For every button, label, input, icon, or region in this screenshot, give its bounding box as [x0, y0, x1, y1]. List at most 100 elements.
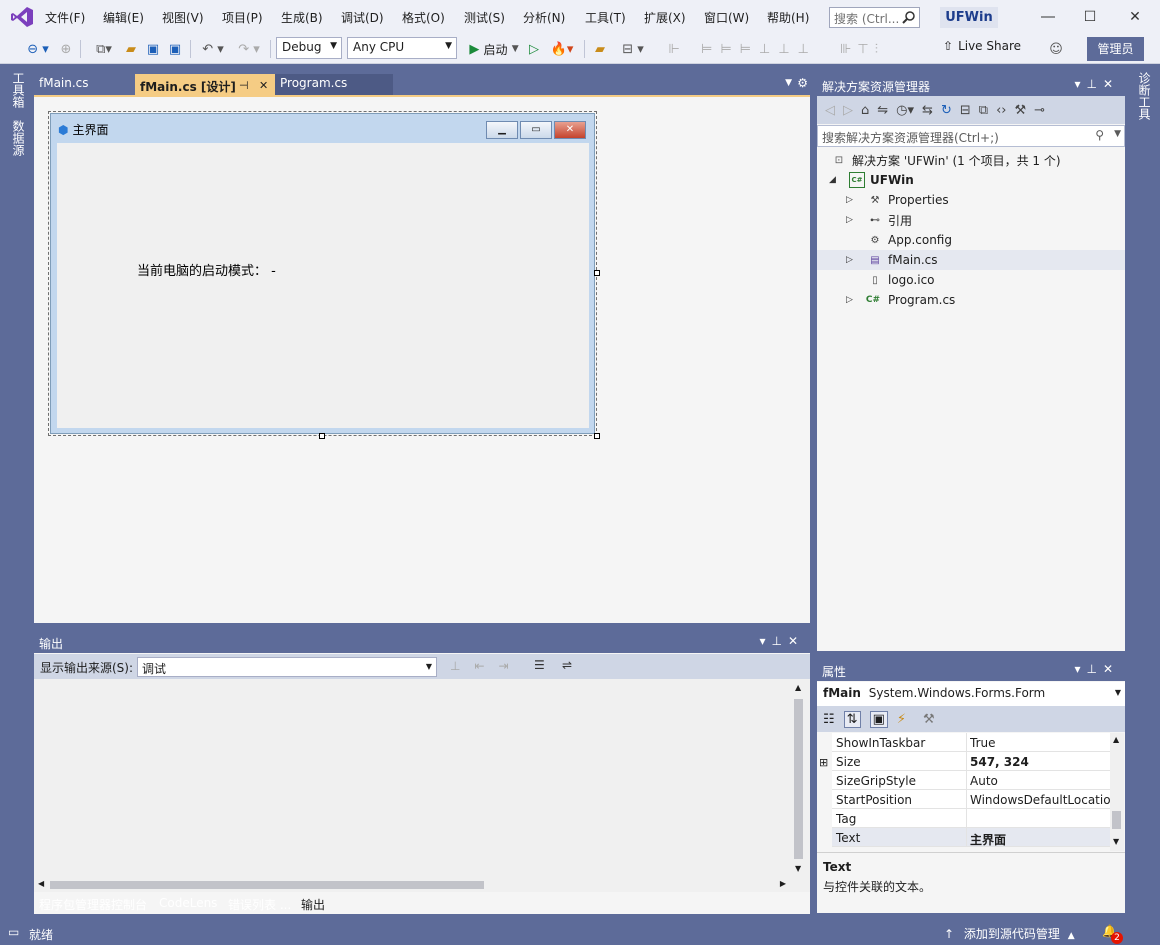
pin-icon[interactable]: ⊥ [1086, 77, 1102, 91]
menu-analyze[interactable]: 分析(N) [523, 9, 565, 26]
preview-icon[interactable]: ⊸ [1034, 103, 1045, 118]
configuration-select[interactable]: Debug ▼ [276, 37, 342, 59]
word-wrap-icon[interactable]: ⇌ [562, 658, 572, 672]
platform-select[interactable]: Any CPU ▼ [347, 37, 457, 59]
start-without-debugging-button[interactable]: ▷ [526, 38, 542, 60]
tree-item-properties[interactable]: ▷ ⚒ Properties [817, 190, 1125, 210]
menu-window[interactable]: 窗口(W) [704, 9, 749, 26]
menu-test[interactable]: 测试(S) [464, 9, 505, 26]
tab-settings-gear-icon[interactable]: ⚙ [797, 76, 808, 90]
scroll-up-icon[interactable]: ▲ [795, 683, 801, 692]
redo-button[interactable]: ↷ ▾ [232, 38, 266, 60]
scroll-thumb[interactable] [794, 699, 803, 859]
spacing-tools[interactable]: ⊪⊤⫶ [832, 38, 892, 60]
menu-file[interactable]: 文件(F) [45, 9, 85, 26]
form-client-area[interactable] [57, 143, 589, 428]
boot-mode-label[interactable]: 当前电脑的启动模式： - [137, 260, 276, 279]
menu-help[interactable]: 帮助(H) [767, 9, 809, 26]
properties-icon[interactable]: ▣ [869, 710, 888, 728]
collapse-all-icon[interactable]: ⊟ [960, 103, 971, 118]
tree-item-references[interactable]: ▷ ⊷ 引用 [817, 210, 1125, 230]
scroll-right-icon[interactable]: ▶ [780, 879, 786, 888]
alphabetical-icon[interactable]: ⇅ [843, 710, 861, 728]
output-text-area[interactable] [34, 679, 810, 892]
property-row[interactable]: StartPosition WindowsDefaultLocatio [832, 790, 1110, 809]
tab-output[interactable]: 输出 [296, 893, 331, 913]
form-minimize-button[interactable]: ▁ [486, 121, 518, 139]
output-nav-icons[interactable]: ⊥⇤⇥ [450, 659, 523, 673]
layout-button[interactable]: ⊟ ▾ [616, 38, 650, 60]
toolbox-tab[interactable]: 工具箱 [10, 72, 27, 108]
menu-build[interactable]: 生成(B) [281, 9, 323, 26]
visual-studio-logo-icon[interactable] [10, 6, 34, 28]
form-close-button[interactable]: ✕ [554, 121, 586, 139]
dropdown-icon[interactable]: ▾ [759, 634, 771, 648]
hot-reload-button[interactable]: 🔥▾ [546, 38, 578, 60]
categorized-icon[interactable]: ☷ [823, 712, 835, 727]
tree-item-app-config[interactable]: ⚙ App.config [817, 230, 1125, 250]
navigate-forward-button[interactable]: ⊕ [58, 38, 74, 60]
property-row-selected[interactable]: Text 主界面 [832, 828, 1110, 847]
collapsed-triangle-icon[interactable]: ▷ [846, 255, 853, 265]
properties-wrench-icon[interactable]: ⚒ [1014, 103, 1026, 118]
switch-views-icon[interactable]: ⇋ [877, 103, 888, 118]
output-vertical-scrollbar[interactable]: ▲ ▼ [792, 681, 806, 877]
tree-item-logo-ico[interactable]: ▯ logo.ico [817, 270, 1125, 290]
resize-handle-corner[interactable] [594, 433, 600, 439]
collapsed-triangle-icon[interactable]: ▷ [846, 215, 853, 225]
scroll-left-icon[interactable]: ◀ [38, 879, 44, 888]
maximize-button[interactable]: ☐ [1070, 4, 1110, 30]
pending-changes-icon[interactable]: ◷▾ [896, 103, 914, 118]
data-sources-tab[interactable]: 数据源 [10, 120, 27, 156]
resize-handle-bottom[interactable] [319, 433, 325, 439]
align-grid-button[interactable]: ⊩ [668, 38, 680, 60]
source-control-button[interactable]: ↑ 添加到源代码管理 ▲ [944, 925, 1075, 942]
scroll-down-icon[interactable]: ▼ [1113, 837, 1119, 846]
menu-edit[interactable]: 编辑(E) [103, 9, 144, 26]
new-project-button[interactable]: ⧉▾ [88, 38, 120, 60]
tab-program-cs[interactable]: Program.cs [275, 74, 393, 95]
tree-item-project[interactable]: ◢ C# UFWin [817, 170, 1125, 190]
property-pages-wrench-icon[interactable]: ⚒ [923, 712, 935, 727]
menu-extensions[interactable]: 扩展(X) [644, 9, 686, 26]
tree-item-solution[interactable]: ⊡ 解决方案 'UFWin' (1 个项目，共 1 个) [817, 150, 1125, 170]
open-file-button[interactable]: ▰ [122, 38, 140, 60]
dropdown-icon[interactable]: ▾ [1074, 662, 1086, 676]
home-icon[interactable]: ⌂ [861, 103, 869, 118]
feedback-button[interactable]: ☺ [1046, 38, 1066, 60]
property-row[interactable]: ShowInTaskbar True [832, 733, 1110, 752]
expand-size-plus-icon[interactable]: ⊞ [819, 756, 828, 769]
search-input[interactable]: 搜索 (Ctrl... [829, 7, 920, 28]
sync-icon[interactable]: ⇆ [922, 103, 933, 118]
resize-handle-right[interactable] [594, 270, 600, 276]
save-all-button[interactable]: ▣ [166, 38, 184, 60]
solution-search-input[interactable]: 搜索解决方案资源管理器(Ctrl+;) ⚲ ▼ [817, 125, 1125, 147]
events-lightning-icon[interactable]: ⚡ [897, 712, 906, 727]
menu-format[interactable]: 格式(O) [402, 9, 445, 26]
menu-debug[interactable]: 调试(D) [341, 9, 384, 26]
start-debugging-button[interactable]: ▶ 启动 ▼ [463, 38, 525, 60]
alignment-tools[interactable]: ⊨⊨⊨⊥⊥⊥ [694, 38, 824, 60]
tab-overflow-dropdown[interactable]: ▼ [785, 78, 792, 88]
form-maximize-button[interactable]: ▭ [520, 121, 552, 139]
output-source-select[interactable]: 调试 ▼ [137, 657, 437, 677]
tab-fmain-cs[interactable]: fMain.cs [34, 74, 134, 95]
collapsed-triangle-icon[interactable]: ▷ [846, 195, 853, 205]
admin-account-button[interactable]: 管理员 [1087, 37, 1144, 61]
scroll-down-icon[interactable]: ▼ [795, 864, 801, 873]
close-icon[interactable]: ✕ [788, 634, 804, 648]
output-horizontal-scrollbar[interactable]: ◀ ▶ [36, 878, 790, 892]
scroll-up-icon[interactable]: ▲ [1113, 735, 1119, 744]
minimize-button[interactable]: ― [1028, 4, 1068, 30]
pin-icon[interactable]: ⊥ [1086, 662, 1102, 676]
show-all-files-icon[interactable]: ⧉ [979, 103, 988, 118]
properties-scrollbar[interactable]: ▲ ▼ [1110, 733, 1124, 851]
solution-explorer-button[interactable]: ▰ [590, 38, 610, 60]
tree-item-program-cs[interactable]: ▷ C# Program.cs [817, 290, 1125, 310]
collapsed-triangle-icon[interactable]: ▷ [846, 295, 853, 305]
scroll-thumb[interactable] [50, 881, 484, 889]
menu-tools[interactable]: 工具(T) [585, 9, 626, 26]
pin-tab-button[interactable]: ⊣ [239, 79, 249, 92]
scroll-thumb[interactable] [1112, 811, 1121, 829]
save-button[interactable]: ▣ [144, 38, 162, 60]
